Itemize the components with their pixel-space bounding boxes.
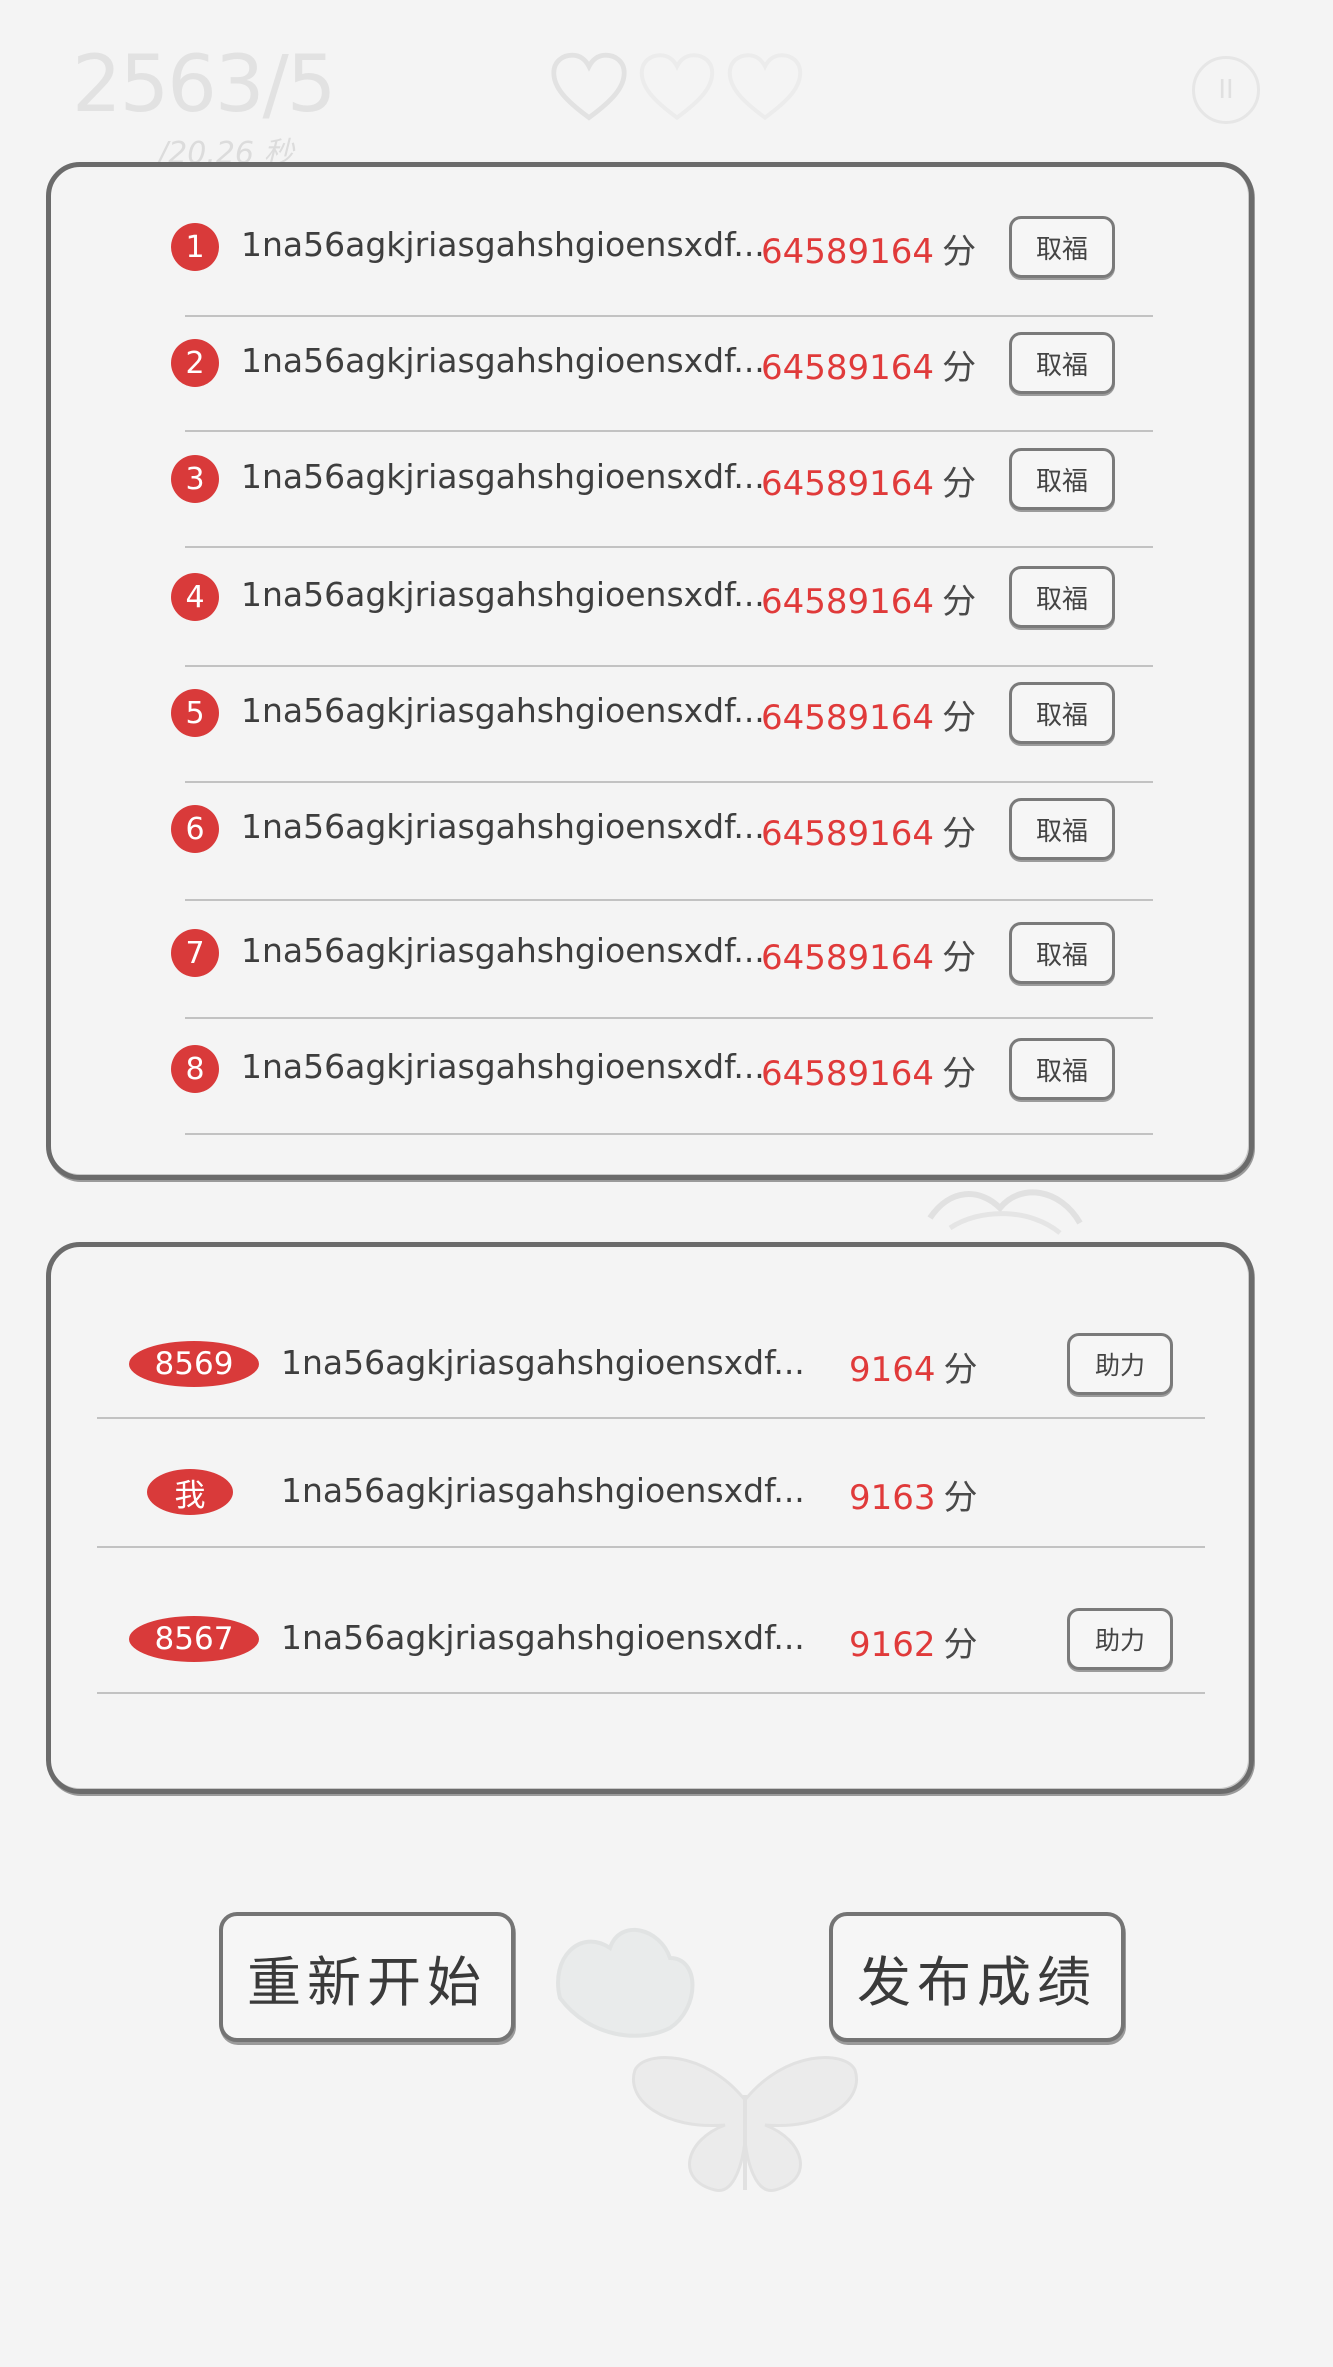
boost-button[interactable]: 助力 — [1067, 1608, 1173, 1670]
score-unit: 分 — [942, 698, 977, 738]
leaderboard-row: 3 1na56agkjriasgahshgioensxdf... 6458916… — [51, 448, 1249, 551]
score-unit: 分 — [942, 1054, 977, 1094]
row-divider — [185, 899, 1153, 901]
player-score: 64589164 — [761, 814, 935, 854]
restart-button[interactable]: 重新开始 — [219, 1912, 515, 2042]
leaderboard-row: 5 1na56agkjriasgahshgioensxdf... 6458916… — [51, 682, 1249, 785]
leaderboard-row: 7 1na56agkjriasgahshgioensxdf... 6458916… — [51, 922, 1249, 1025]
player-name: 1na56agkjriasgahshgioensxdf... — [241, 807, 765, 846]
player-name: 1na56agkjriasgahshgioensxdf... — [281, 1343, 805, 1382]
heart-icon — [639, 53, 715, 121]
heart-icon — [727, 53, 803, 121]
lotus-decoration — [556, 1928, 695, 2038]
row-divider — [97, 1546, 1205, 1548]
get-blessing-button[interactable]: 取福 — [1009, 922, 1115, 984]
leaderboard-row: 8 1na56agkjriasgahshgioensxdf... 6458916… — [51, 1038, 1249, 1141]
lives-hearts — [548, 52, 806, 124]
row-divider — [185, 781, 1153, 783]
rank-badge: 3 — [171, 455, 219, 503]
lotus-decoration — [927, 1189, 1083, 1235]
boost-button[interactable]: 助力 — [1067, 1333, 1173, 1395]
player-name: 1na56agkjriasgahshgioensxdf... — [241, 341, 765, 380]
score-unit: 分 — [942, 232, 977, 272]
rank-badge: 7 — [171, 929, 219, 977]
player-score: 9163 — [849, 1478, 936, 1518]
score-unit: 分 — [943, 1625, 978, 1665]
score-unit: 分 — [942, 582, 977, 622]
rank-badge: 5 — [171, 689, 219, 737]
score-unit: 分 — [942, 814, 977, 854]
pause-button[interactable]: II — [1192, 56, 1260, 124]
get-blessing-button[interactable]: 取福 — [1009, 332, 1115, 394]
player-score: 64589164 — [761, 232, 935, 272]
player-name: 1na56agkjriasgahshgioensxdf... — [241, 575, 765, 614]
butterfly-decoration — [632, 2056, 858, 2192]
score-unit: 分 — [942, 348, 977, 388]
score-unit: 分 — [943, 1478, 978, 1518]
player-name: 1na56agkjriasgahshgioensxdf... — [241, 931, 765, 970]
rank-badge: 1 — [171, 223, 219, 271]
player-name: 1na56agkjriasgahshgioensxdf... — [241, 225, 765, 264]
get-blessing-button[interactable]: 取福 — [1009, 566, 1115, 628]
row-divider — [185, 315, 1153, 317]
leaderboard-row: 4 1na56agkjriasgahshgioensxdf... 6458916… — [51, 566, 1249, 669]
nearby-row: 8569 1na56agkjriasgahshgioensxdf... 9164… — [51, 1327, 1249, 1427]
row-divider — [97, 1692, 1205, 1694]
player-score: 9162 — [849, 1625, 936, 1665]
row-divider — [97, 1417, 1205, 1419]
row-divider — [185, 665, 1153, 667]
get-blessing-button[interactable]: 取福 — [1009, 1038, 1115, 1100]
get-blessing-button[interactable]: 取福 — [1009, 216, 1115, 278]
player-score: 64589164 — [761, 938, 935, 978]
player-name: 1na56agkjriasgahshgioensxdf... — [241, 691, 765, 730]
rank-badge: 2 — [171, 339, 219, 387]
player-score: 9164 — [849, 1350, 936, 1390]
player-score: 64589164 — [761, 348, 935, 388]
leaderboard-row: 2 1na56agkjriasgahshgioensxdf... 6458916… — [51, 332, 1249, 435]
publish-score-button[interactable]: 发布成绩 — [829, 1912, 1125, 2042]
pause-icon: II — [1218, 75, 1234, 105]
nearby-row-me: 我 1na56agkjriasgahshgioensxdf... 9163 分 — [51, 1455, 1249, 1555]
rank-badge: 4 — [171, 573, 219, 621]
score-unit: 分 — [942, 938, 977, 978]
rank-badge: 8569 — [129, 1341, 259, 1387]
player-score: 64589164 — [761, 464, 935, 504]
rank-badge: 6 — [171, 805, 219, 853]
get-blessing-button[interactable]: 取福 — [1009, 448, 1115, 510]
player-score: 64589164 — [761, 1054, 935, 1094]
leaderboard-row: 1 1na56agkjriasgahshgioensxdf... 6458916… — [51, 216, 1249, 319]
get-blessing-button[interactable]: 取福 — [1009, 798, 1115, 860]
player-name: 1na56agkjriasgahshgioensxdf... — [241, 457, 765, 496]
leaderboard-row: 6 1na56agkjriasgahshgioensxdf... 6458916… — [51, 798, 1249, 901]
score-unit: 分 — [942, 464, 977, 504]
heart-icon — [551, 52, 627, 121]
leaderboard-panel: 1 1na56agkjriasgahshgioensxdf... 6458916… — [46, 162, 1254, 1180]
score-unit: 分 — [943, 1350, 978, 1390]
player-name: 1na56agkjriasgahshgioensxdf... — [281, 1618, 805, 1657]
nearby-row: 8567 1na56agkjriasgahshgioensxdf... 9162… — [51, 1602, 1249, 1702]
get-blessing-button[interactable]: 取福 — [1009, 682, 1115, 744]
my-rank-badge: 我 — [147, 1469, 233, 1515]
player-name: 1na56agkjriasgahshgioensxdf... — [241, 1047, 765, 1086]
rank-badge: 8 — [171, 1045, 219, 1093]
score-counter: 2563/5 — [72, 40, 336, 130]
player-name: 1na56agkjriasgahshgioensxdf... — [281, 1471, 805, 1510]
row-divider — [185, 1133, 1153, 1135]
row-divider — [185, 430, 1153, 432]
row-divider — [185, 546, 1153, 548]
my-rank-panel: 8569 1na56agkjriasgahshgioensxdf... 9164… — [46, 1242, 1254, 1794]
player-score: 64589164 — [761, 582, 935, 622]
row-divider — [185, 1017, 1153, 1019]
rank-badge: 8567 — [129, 1616, 259, 1662]
player-score: 64589164 — [761, 698, 935, 738]
